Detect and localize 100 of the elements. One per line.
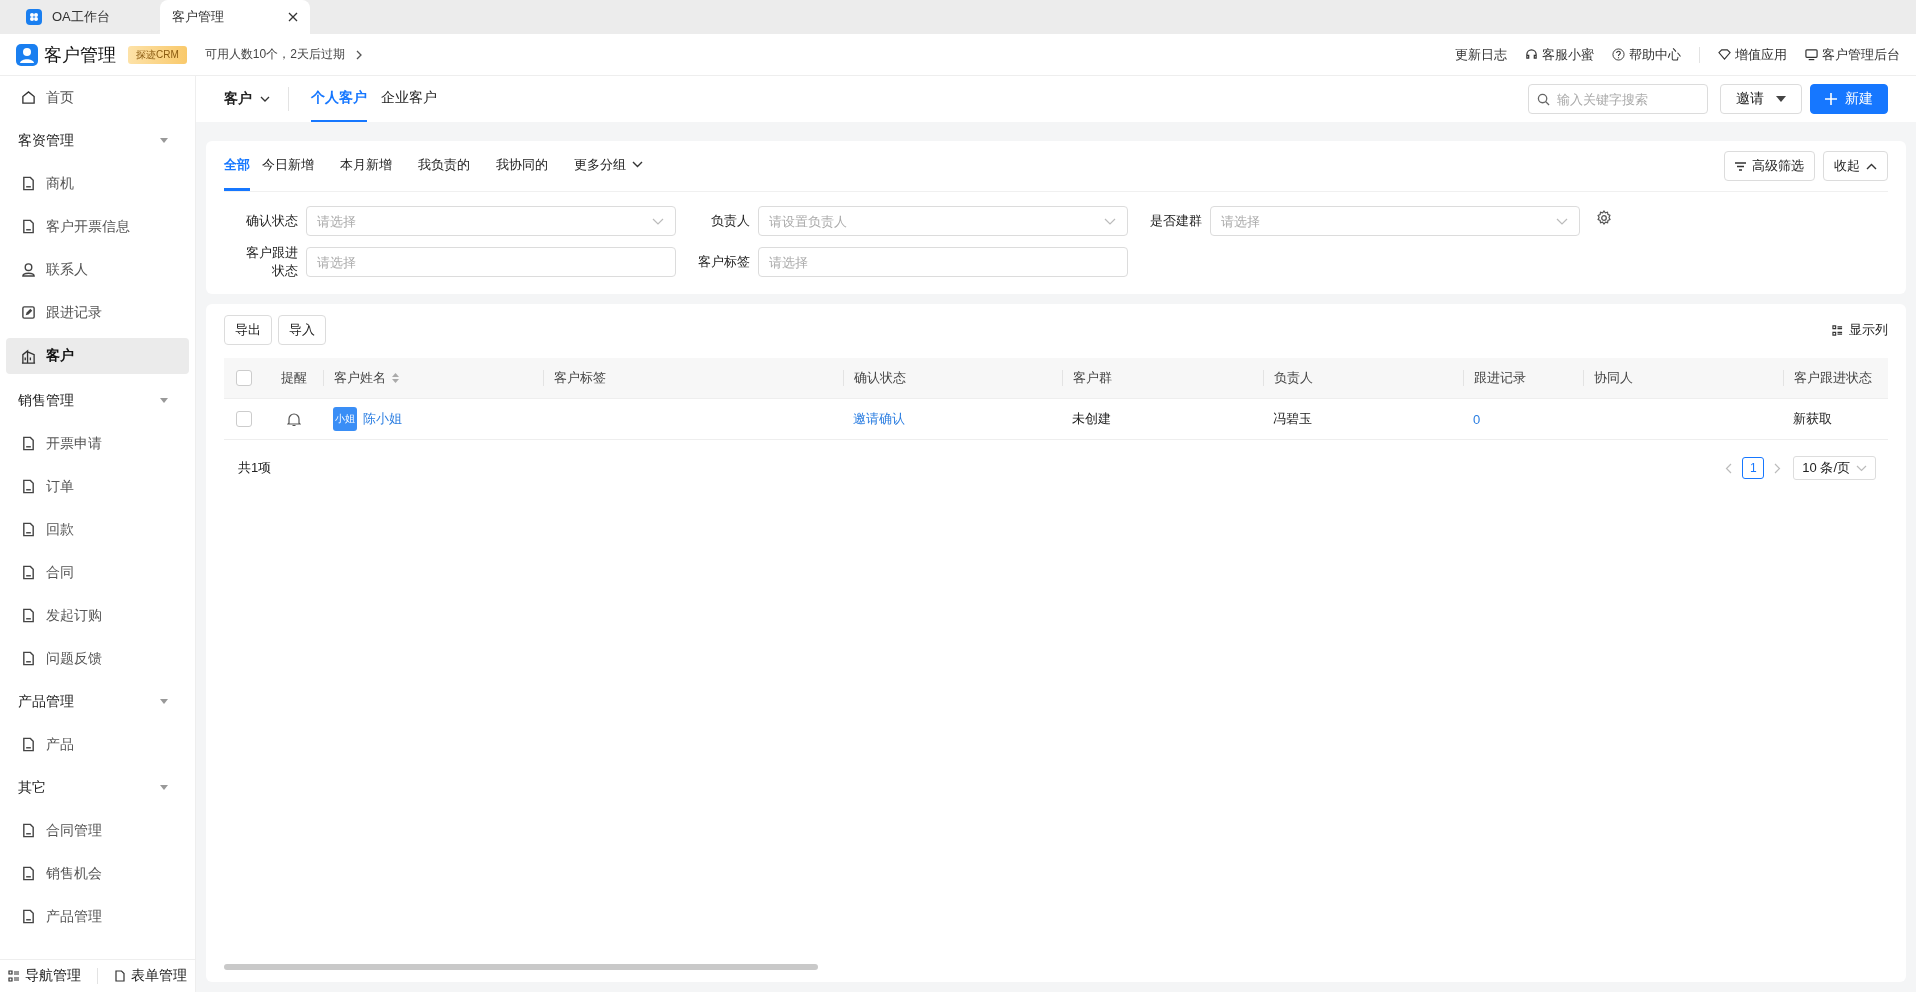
chevron-right-icon[interactable]: [354, 49, 363, 60]
sidebar-item[interactable]: 首页: [6, 76, 189, 119]
checkbox[interactable]: [236, 370, 252, 386]
filter-tab[interactable]: 本月新增: [340, 141, 392, 191]
customer-type-tab[interactable]: 企业客户: [381, 76, 437, 122]
document-icon: [21, 823, 36, 838]
filter-field[interactable]: 请设置负责人: [758, 206, 1128, 236]
sidebar-item[interactable]: 问题反馈: [6, 637, 189, 680]
sidebar-item[interactable]: 开票申请: [6, 422, 189, 465]
filter-field[interactable]: 请选择: [306, 206, 676, 236]
advanced-filter-button[interactable]: 高级筛选: [1724, 151, 1815, 181]
header-link[interactable]: 客户管理后台: [1805, 45, 1900, 64]
sidebar-item[interactable]: 客户开票信息: [6, 205, 189, 248]
collapse-button[interactable]: 收起: [1823, 151, 1888, 181]
chevron-down-icon: [632, 161, 643, 168]
sidebar-item[interactable]: 合同管理: [6, 809, 189, 852]
page-button[interactable]: 1: [1742, 457, 1765, 479]
filter-field[interactable]: 请选择: [306, 247, 676, 277]
filter-tab[interactable]: 我协同的: [496, 141, 548, 191]
person-icon: [21, 262, 36, 277]
filter-label: 负责人: [710, 212, 750, 230]
caret-icon[interactable]: [159, 784, 169, 791]
license-link[interactable]: 可用人数10个，2天后过期: [204, 46, 345, 63]
filter-icon: [1735, 161, 1746, 171]
sidebar-item[interactable]: 订单: [6, 465, 189, 508]
sidebar-group-title: 销售管理: [18, 391, 74, 410]
sidebar-item[interactable]: 发起订购: [6, 594, 189, 637]
bell-icon[interactable]: [286, 411, 301, 427]
sidebar-item[interactable]: 跟进记录: [6, 291, 189, 334]
column-header: 确认状态: [854, 369, 906, 387]
sidebar-footer-link[interactable]: 导航管理: [8, 967, 81, 985]
document-icon: [21, 522, 36, 537]
more-groups-dropdown[interactable]: 更多分组: [574, 141, 643, 191]
search-icon: [1537, 93, 1550, 106]
sidebar-group-title: 产品管理: [18, 692, 74, 711]
filter-tab[interactable]: 全部: [224, 141, 250, 191]
edit-icon: [21, 305, 36, 320]
headset-icon: [1525, 48, 1538, 61]
sidebar-item[interactable]: 联系人: [6, 248, 189, 291]
document-icon: [21, 737, 36, 752]
close-icon[interactable]: [288, 12, 298, 22]
table-link[interactable]: 邀请确认: [853, 410, 905, 428]
user-logo-icon: [16, 43, 38, 66]
caret-icon[interactable]: [159, 137, 169, 144]
sidebar-footer-link[interactable]: 表单管理: [114, 967, 187, 985]
filter-label: 客户跟进状态: [245, 244, 298, 280]
customer-type-tab[interactable]: 个人客户: [311, 76, 367, 122]
sidebar-item[interactable]: 销售机会: [6, 852, 189, 895]
column-header: 负责人: [1274, 369, 1313, 387]
filter-field[interactable]: 请选择: [758, 247, 1128, 277]
customer-name-link[interactable]: 陈小姐: [363, 410, 402, 428]
sidebar-item[interactable]: 回款: [6, 508, 189, 551]
chevron-down-icon: [1556, 218, 1568, 225]
settings-icon[interactable]: [1596, 210, 1612, 226]
previous-page-icon[interactable]: [1725, 462, 1733, 474]
sort-icon[interactable]: [392, 373, 399, 383]
column-header: 客户跟进状态: [1794, 369, 1872, 387]
chevron-down-icon: [1104, 218, 1116, 225]
sidebar-group-title: 其它: [18, 778, 46, 797]
module-dropdown[interactable]: 客户: [224, 90, 270, 108]
search-field[interactable]: 输入关键字搜索: [1528, 84, 1708, 114]
document-icon: [21, 608, 36, 623]
show-columns-button[interactable]: 显示列: [1832, 321, 1888, 339]
filter-field[interactable]: 请选择: [1210, 206, 1580, 236]
caret-icon[interactable]: [159, 698, 169, 705]
column-header: 提醒: [281, 369, 307, 387]
list-icon: [8, 970, 20, 982]
import-button[interactable]: 导入: [278, 315, 326, 345]
scrollbar[interactable]: [224, 964, 818, 970]
header-link[interactable]: 增值应用: [1718, 45, 1787, 64]
page-size-select[interactable]: 10 条/页: [1793, 456, 1876, 480]
document-icon: [21, 866, 36, 881]
sidebar-item[interactable]: 产品管理: [6, 895, 189, 938]
column-header: 客户标签: [554, 369, 606, 387]
plus-icon: [1825, 93, 1837, 105]
table-cell: 新获取: [1793, 410, 1832, 428]
sidebar-item[interactable]: 合同: [6, 551, 189, 594]
plan-badge: 探迹CRM: [128, 45, 187, 64]
caret-icon[interactable]: [159, 397, 169, 404]
table-link[interactable]: 0: [1473, 411, 1481, 427]
sidebar-group-title: 客资管理: [18, 131, 74, 150]
header-link[interactable]: 帮助中心: [1612, 45, 1681, 64]
checkbox[interactable]: [236, 411, 252, 427]
document-icon: [21, 651, 36, 666]
building-icon: [21, 348, 36, 364]
filter-tab[interactable]: 我负责的: [418, 141, 470, 191]
next-page-icon[interactable]: [1774, 462, 1782, 474]
browser-tab[interactable]: 客户管理: [160, 0, 310, 34]
export-button[interactable]: 导出: [224, 315, 272, 345]
filter-tab[interactable]: 今日新增: [262, 141, 314, 191]
app-icon: [26, 9, 42, 25]
sidebar-item[interactable]: 客户: [6, 338, 189, 374]
header-link[interactable]: 更新日志: [1455, 45, 1507, 64]
invite-button[interactable]: 邀请: [1720, 84, 1802, 114]
sidebar-item[interactable]: 产品: [6, 723, 189, 766]
new-button[interactable]: 新建: [1810, 84, 1888, 114]
header-link[interactable]: 客服小蜜: [1525, 45, 1594, 64]
document-icon: [21, 565, 36, 580]
browser-tab[interactable]: OA工作台: [14, 0, 160, 34]
sidebar-item[interactable]: 商机: [6, 162, 189, 205]
